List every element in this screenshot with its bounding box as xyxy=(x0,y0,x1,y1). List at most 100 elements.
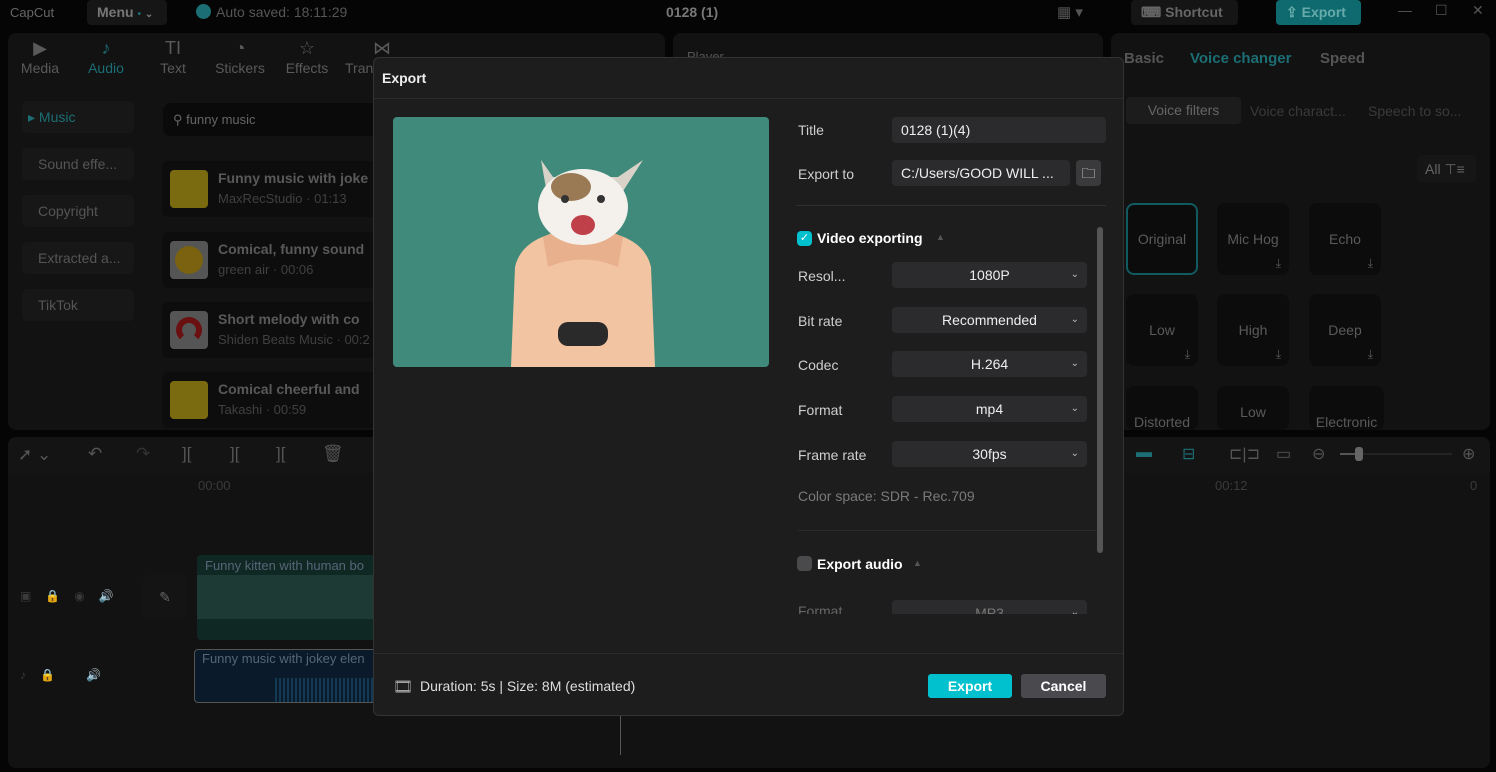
download-icon: ⤓ xyxy=(1367,347,1373,361)
shortcut-button[interactable]: ⌨ Shortcut xyxy=(1131,0,1238,25)
menu-label: Menu xyxy=(97,4,134,20)
audio-clip[interactable]: Funny music with jokey elen xyxy=(194,649,380,703)
minimize-icon[interactable]: — xyxy=(1398,2,1412,18)
color-space-info: Color space: SDR - Rec.709 xyxy=(798,488,975,504)
voice-electronic[interactable]: Electronic xyxy=(1309,386,1384,430)
format-select[interactable]: mp4 ⌄ xyxy=(892,396,1087,422)
export-top-button[interactable]: ⇪ Export xyxy=(1276,0,1361,25)
filter-icon: ⊤≡ xyxy=(1444,161,1465,177)
autosave-status: Auto saved: 18:11:29 xyxy=(216,4,348,20)
video-export-checkbox[interactable]: ✓ xyxy=(797,231,812,246)
export-button[interactable]: Export xyxy=(928,674,1012,698)
sidebar-item-music[interactable]: ▸ Music xyxy=(22,101,134,133)
tab-speed[interactable]: Speed xyxy=(1320,50,1365,67)
zoom-in-icon[interactable]: ⊕ xyxy=(1462,444,1475,464)
voice-high[interactable]: High ⤓ xyxy=(1217,294,1289,366)
folder-icon[interactable]: 🗀 xyxy=(1076,160,1101,186)
codec-select[interactable]: H.264 ⌄ xyxy=(892,351,1087,377)
zoom-out-icon[interactable]: ⊖ xyxy=(1312,444,1325,464)
voice-low-battery[interactable]: Low xyxy=(1217,386,1289,430)
list-item[interactable]: Comical cheerful and Takashi · 00:59 xyxy=(162,372,382,428)
delete-icon[interactable]: 🗑 xyxy=(322,444,344,464)
shortcut-label: Shortcut xyxy=(1165,4,1223,20)
sticker-icon: ◔ xyxy=(234,38,246,58)
split-icon[interactable]: ][ xyxy=(182,444,191,464)
tab-voice-changer[interactable]: Voice changer xyxy=(1190,50,1291,67)
voice-label: Deep xyxy=(1328,322,1362,338)
song-thumbnail xyxy=(170,170,208,208)
title-input[interactable]: 0128 (1)(4) xyxy=(892,117,1106,143)
voice-original[interactable]: Original xyxy=(1126,203,1198,275)
sidebar-item-copyright[interactable]: Copyright xyxy=(22,195,134,227)
chevron-down-icon: ⌄ xyxy=(1070,358,1079,369)
list-item[interactable]: Short melody with co Shiden Beats Music ·… xyxy=(162,302,382,358)
audio-export-checkbox[interactable] xyxy=(797,556,812,571)
tab-audio[interactable]: ♪ Audio xyxy=(76,38,136,76)
subtab-speech-to-song[interactable]: Speech to so... xyxy=(1368,103,1461,119)
cat-preview-image xyxy=(511,160,655,367)
audio-format-label: Format xyxy=(798,603,843,614)
download-icon: ⤓ xyxy=(1184,347,1190,361)
list-item[interactable]: Funny music with joke MaxRecStudio · 01:1… xyxy=(162,161,382,217)
audio-track-controls[interactable]: ♪🔒 🔊 xyxy=(20,668,115,682)
select-value: 30fps xyxy=(972,446,1007,462)
link-icon[interactable]: ⊟ xyxy=(1182,444,1195,464)
song-title: Short melody with co xyxy=(218,311,360,327)
undo-icon[interactable]: ↶ xyxy=(88,444,102,464)
zoom-slider[interactable] xyxy=(1340,447,1452,461)
time-marker: 0 xyxy=(1470,478,1478,493)
tab-text[interactable]: TI Text xyxy=(143,38,203,76)
video-clip[interactable]: Funny kitten with human bo xyxy=(197,555,377,640)
app-logo: CapCut xyxy=(10,5,55,20)
ruler-icon[interactable]: ▭ xyxy=(1276,444,1291,464)
magnet-icon[interactable]: ▬ xyxy=(1136,444,1152,462)
trim-left-icon[interactable]: ][ xyxy=(230,444,239,464)
subtab-voice-characters[interactable]: Voice charact... xyxy=(1250,103,1346,119)
time-marker: 00:00 xyxy=(198,478,231,493)
maximize-icon[interactable]: ☐ xyxy=(1435,2,1448,19)
tab-effects[interactable]: ☆ Effects xyxy=(277,38,337,76)
download-icon: ⤓ xyxy=(1367,256,1373,270)
voice-distorted[interactable]: Distorted xyxy=(1126,386,1198,430)
export-path-input[interactable]: C:/Users/GOOD WILL ... xyxy=(892,160,1070,186)
sidebar-item-sound-effects[interactable]: Sound effe... xyxy=(22,148,134,180)
tab-stickers[interactable]: ◔ Stickers xyxy=(210,38,270,76)
voice-label: Low xyxy=(1240,404,1266,420)
close-icon[interactable]: ✕ xyxy=(1472,2,1484,19)
audio-format-select[interactable]: MP3 ⌄ xyxy=(892,600,1087,614)
subtab-voice-filters[interactable]: Voice filters xyxy=(1126,97,1241,124)
search-icon: ⚲ xyxy=(173,112,183,127)
filter-button[interactable]: All ⊤≡ xyxy=(1417,155,1476,182)
effects-icon: ☆ xyxy=(298,38,316,58)
chevron-down-icon: ⌄ xyxy=(1070,607,1079,614)
tab-media[interactable]: ▶ Media xyxy=(10,38,70,76)
list-item[interactable]: Comical, funny sound green air · 00:06 xyxy=(162,232,382,288)
menu-button[interactable]: Menu • ⌄ xyxy=(87,0,167,25)
tab-basic[interactable]: Basic xyxy=(1124,50,1164,67)
bitrate-select[interactable]: Recommended ⌄ xyxy=(892,307,1087,333)
sidebar-item-tiktok[interactable]: TikTok xyxy=(22,289,134,321)
voice-echo[interactable]: Echo ⤓ xyxy=(1309,203,1381,275)
framerate-select[interactable]: 30fps ⌄ xyxy=(892,441,1087,467)
voice-deep[interactable]: Deep ⤓ xyxy=(1309,294,1381,366)
layout-icon[interactable]: ▦ ▾ xyxy=(1057,3,1083,21)
sidebar-label: Music xyxy=(38,109,76,125)
video-preview xyxy=(393,117,769,367)
collapse-icon[interactable]: ▲ xyxy=(936,232,945,242)
edit-cover-icon[interactable]: ✎ xyxy=(143,575,187,619)
voice-low[interactable]: Low ⤓ xyxy=(1126,294,1198,366)
waveform xyxy=(275,678,375,702)
resolution-select[interactable]: 1080P ⌄ xyxy=(892,262,1087,288)
voice-label: High xyxy=(1238,322,1268,338)
video-track-controls[interactable]: ▣🔒◉🔊 xyxy=(20,589,128,603)
voice-mic-hog[interactable]: Mic Hog ⤓ xyxy=(1217,203,1289,275)
trim-right-icon[interactable]: ][ xyxy=(276,444,285,464)
collapse-icon[interactable]: ▲ xyxy=(913,558,922,568)
redo-icon[interactable]: ↷ xyxy=(136,444,150,464)
sidebar-item-extracted-audio[interactable]: Extracted a... xyxy=(22,242,134,274)
cancel-button[interactable]: Cancel xyxy=(1021,674,1106,698)
select-tool-icon[interactable]: ➚ ⌄ xyxy=(18,445,51,465)
split-preview-icon[interactable]: ⊏|⊐ xyxy=(1229,444,1260,464)
settings-scrollbar[interactable] xyxy=(1097,227,1103,553)
search-input[interactable]: ⚲ funny music xyxy=(163,103,383,136)
